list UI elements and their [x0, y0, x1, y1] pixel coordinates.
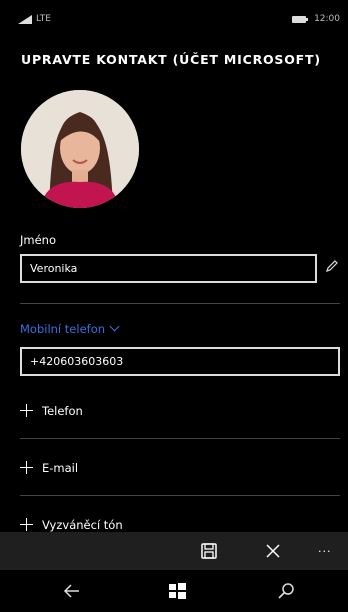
close-icon[interactable]: [263, 541, 283, 561]
add-email-button[interactable]: E-mail: [20, 459, 78, 475]
add-phone-label: Telefon: [42, 404, 83, 418]
windows-logo-icon[interactable]: [167, 581, 187, 601]
more-button[interactable]: ...: [318, 542, 338, 562]
add-ringtone-button[interactable]: Vyzváněcí tón: [20, 516, 123, 532]
plus-icon: [20, 461, 33, 474]
page-title: UPRAVTE KONTAKT (ÚČET MICROSOFT): [21, 52, 321, 67]
add-email-label: E-mail: [42, 461, 79, 475]
battery-icon: [292, 16, 308, 23]
clock: 12:00: [314, 14, 340, 24]
contact-photo[interactable]: [21, 90, 139, 208]
back-arrow-icon[interactable]: [62, 581, 82, 601]
name-label: Jméno: [20, 233, 56, 247]
phone-type-selector[interactable]: Mobilní telefon: [20, 321, 120, 336]
search-icon[interactable]: [276, 581, 296, 601]
divider: [20, 495, 340, 496]
phone-type-label: Mobilní telefon: [20, 322, 106, 336]
navigation-bar: [0, 570, 348, 612]
phone-value: +420603603603: [30, 355, 124, 368]
plus-icon: [20, 518, 33, 531]
status-bar: LTE 12:00: [0, 0, 348, 34]
name-field[interactable]: Veronika: [20, 254, 317, 283]
signal-icon: [18, 15, 32, 24]
divider: [20, 438, 340, 439]
add-ringtone-label: Vyzváněcí tón: [42, 518, 123, 532]
divider: [20, 303, 340, 304]
avatar-image: [21, 90, 139, 208]
app-bar: ...: [0, 532, 348, 570]
name-value: Veronika: [30, 262, 78, 275]
phone-field[interactable]: +420603603603: [20, 347, 340, 376]
chevron-down-icon: [109, 321, 120, 332]
save-icon[interactable]: [199, 541, 219, 561]
pencil-icon[interactable]: [325, 259, 339, 273]
network-type: LTE: [36, 14, 51, 24]
plus-icon: [20, 404, 33, 417]
add-phone-button[interactable]: Telefon: [20, 402, 83, 418]
